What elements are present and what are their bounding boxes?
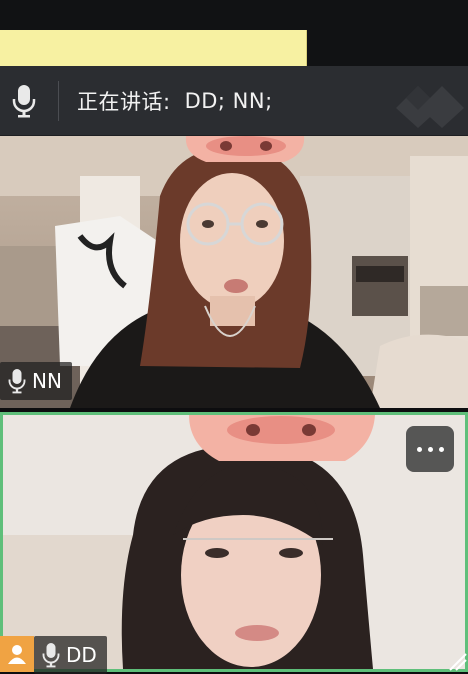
app-logo-icon [396, 86, 464, 128]
participant-label-dd: DD [34, 636, 107, 674]
participant-label-nn: NN [0, 362, 72, 400]
host-badge [0, 636, 34, 672]
video-frame-dd [3, 415, 465, 669]
person-icon [8, 645, 26, 664]
microphone-icon [12, 84, 36, 117]
more-icon-dot [438, 446, 444, 452]
microphone-icon [8, 369, 26, 394]
video-tile-dd[interactable] [0, 412, 468, 672]
resize-handle-icon[interactable] [446, 650, 468, 672]
speaker-bar-mic [0, 84, 48, 118]
microphone-icon [42, 643, 60, 668]
speaker-bar-divider [58, 80, 59, 121]
more-options-button[interactable] [406, 426, 454, 472]
speaker-bar: 正在讲话: DD; NN; [0, 66, 468, 136]
speaking-names: DD; NN; [184, 88, 273, 113]
more-icon-dot [427, 446, 433, 452]
participant-name-dd: DD [66, 643, 97, 667]
participant-name-nn: NN [32, 369, 62, 393]
speaking-label: 正在讲话: [77, 89, 171, 114]
sticky-note [0, 30, 307, 66]
more-icon-dot [416, 446, 422, 452]
